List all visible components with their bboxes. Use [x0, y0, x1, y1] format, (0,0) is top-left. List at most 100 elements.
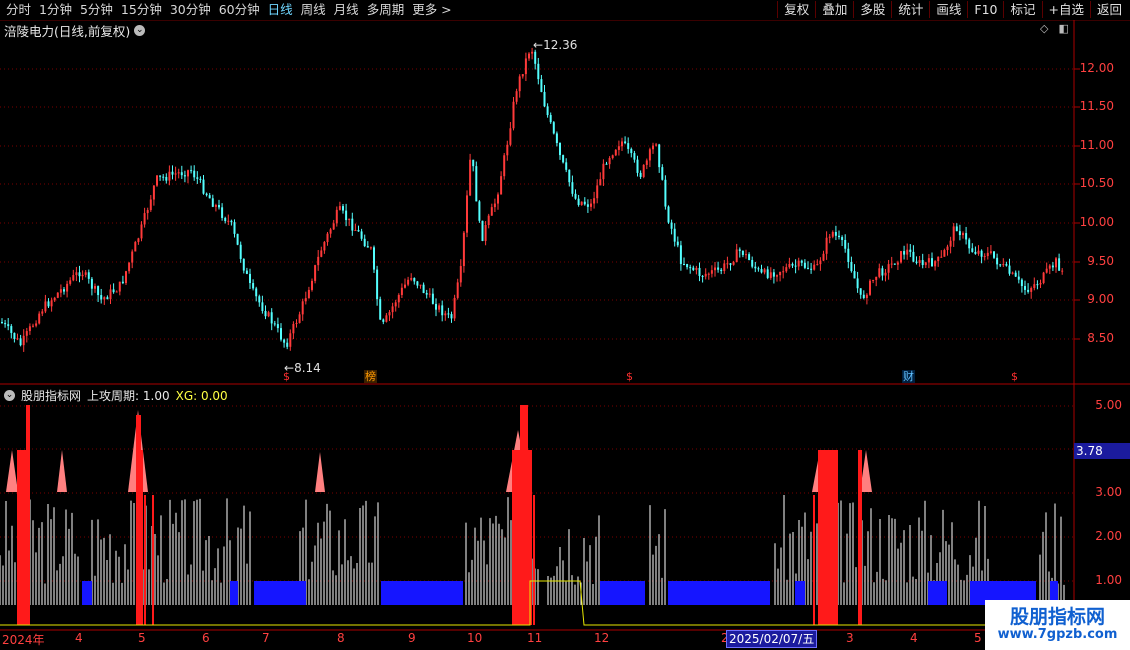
candle-body	[754, 266, 757, 269]
candle-body	[958, 231, 961, 236]
candle-body	[320, 250, 323, 257]
candle-body	[785, 267, 788, 272]
candle-body	[524, 58, 527, 75]
candle-body	[63, 289, 65, 292]
candle-body	[22, 335, 25, 346]
indicator-block	[795, 581, 805, 605]
candle-body	[946, 246, 949, 251]
candle-body	[475, 166, 478, 202]
candle-body	[208, 195, 211, 199]
candle-body	[276, 324, 279, 329]
candle-body	[335, 209, 338, 224]
candle-body	[788, 263, 791, 268]
price-tick: 10.00	[1079, 215, 1114, 229]
event-marker[interactable]: 财	[902, 370, 915, 383]
candle-body	[301, 301, 304, 315]
candle-body	[447, 313, 450, 315]
candle-body	[10, 326, 13, 333]
candle-body	[493, 203, 496, 208]
candle-body	[794, 265, 797, 267]
candle-body	[745, 254, 747, 256]
candle-body	[1058, 258, 1061, 271]
candle-body	[419, 284, 422, 286]
candle-body	[1020, 279, 1023, 287]
candle-body	[410, 278, 413, 280]
candle-body	[125, 271, 127, 284]
candle-body	[540, 79, 543, 92]
indicator-block	[928, 581, 947, 605]
candle-body	[791, 263, 794, 266]
candle-body	[701, 275, 704, 277]
candle-body	[97, 286, 100, 296]
candle-body	[363, 238, 366, 247]
candle-body	[962, 233, 964, 236]
candle-body	[453, 297, 456, 319]
candle-body	[748, 254, 751, 261]
event-marker[interactable]: $	[282, 370, 291, 383]
candle-body	[980, 250, 983, 257]
candle-body	[881, 268, 884, 276]
candle-body	[515, 91, 518, 102]
candle-body	[382, 319, 385, 322]
candle-body	[459, 266, 462, 283]
candle-body	[270, 312, 273, 324]
candle-body	[859, 288, 862, 295]
candle-body	[205, 193, 208, 196]
candle-body	[221, 207, 224, 218]
candle-body	[1030, 288, 1033, 292]
candle-body	[850, 262, 853, 272]
indicator-current-value: 3.78	[1074, 443, 1130, 459]
candle-body	[1017, 276, 1020, 280]
candle-body	[779, 271, 782, 276]
chart-canvas[interactable]	[0, 0, 1130, 650]
candle-body	[438, 305, 441, 310]
candle-body	[521, 74, 524, 77]
indicator-peak	[6, 450, 18, 492]
candle-body	[549, 115, 552, 123]
candle-body	[500, 176, 503, 195]
candle-body	[648, 149, 651, 161]
candle-body	[78, 272, 81, 277]
candle-body	[304, 298, 307, 302]
candle-body	[72, 275, 75, 281]
candle-body	[931, 258, 933, 267]
event-marker[interactable]: 榜	[364, 370, 377, 383]
candle-body	[249, 273, 251, 284]
candle-body	[977, 250, 980, 254]
candle-body	[314, 265, 317, 281]
candle-body	[989, 251, 992, 253]
candle-body	[1048, 265, 1051, 269]
candle-body	[416, 281, 419, 286]
candle-body	[1008, 265, 1011, 274]
candle-body	[472, 159, 475, 167]
candle-body	[56, 292, 59, 298]
candle-body	[211, 198, 214, 207]
indicator-red-spike	[26, 405, 30, 625]
candle-body	[1011, 272, 1014, 274]
candle-body	[487, 215, 490, 226]
candle-body	[856, 278, 859, 289]
date-tick: 9	[408, 631, 416, 645]
candle-body	[94, 286, 96, 289]
candle-body	[280, 328, 282, 340]
indicator-block	[668, 581, 770, 605]
candle-body	[509, 128, 512, 145]
event-marker[interactable]: $	[625, 370, 634, 383]
indicator-red-line	[152, 495, 154, 625]
candle-body	[140, 224, 143, 239]
candle-body	[847, 248, 850, 263]
event-marker[interactable]: $	[1010, 370, 1019, 383]
candle-body	[478, 201, 481, 221]
candle-body	[586, 204, 589, 207]
candle-body	[884, 272, 887, 276]
chevron-down-icon[interactable]: ⌄	[4, 390, 15, 401]
candle-body	[497, 194, 499, 204]
candle-body	[180, 172, 183, 176]
candle-body	[466, 195, 468, 233]
candle-body	[816, 264, 819, 266]
candle-body	[404, 284, 406, 288]
date-tick: 2024年	[2, 633, 45, 647]
candle-body	[13, 332, 16, 339]
candle-body	[834, 231, 837, 236]
candle-body	[596, 185, 599, 199]
